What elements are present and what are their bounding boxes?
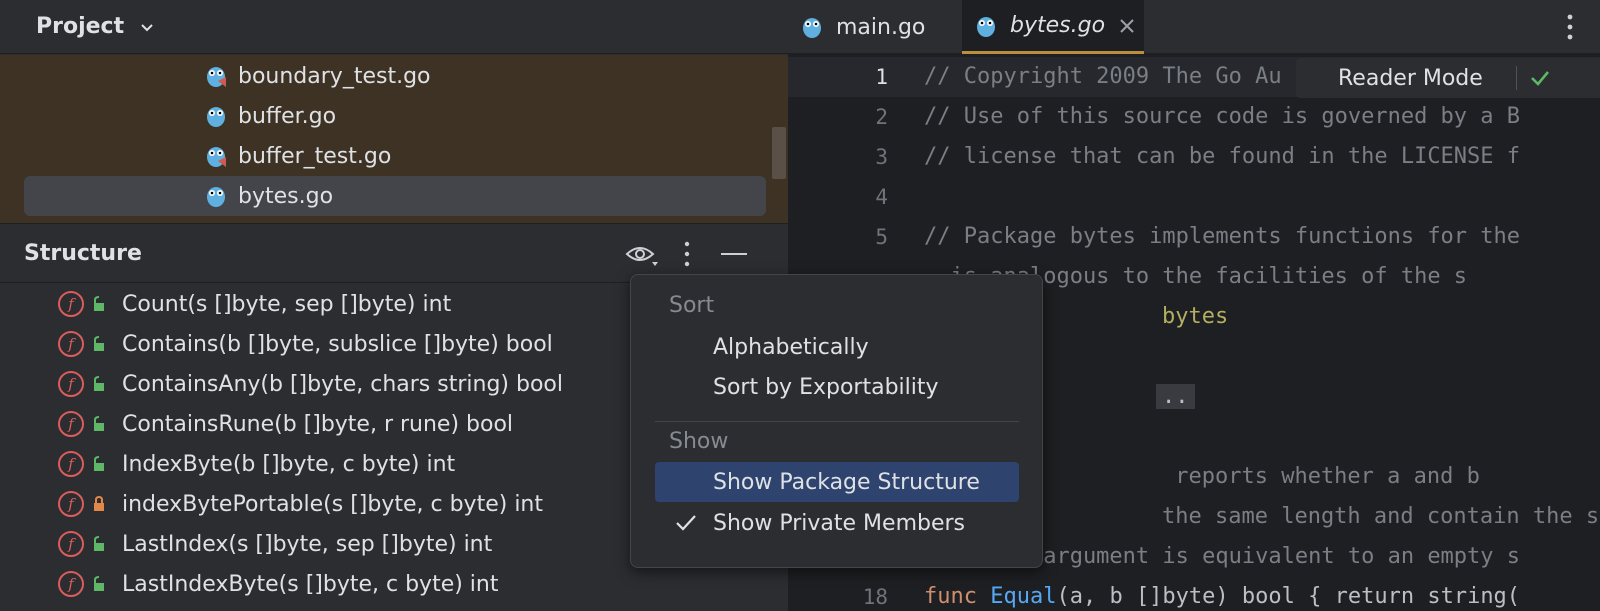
member-signature: ContainsRune(b []byte, r rune) bool xyxy=(122,411,514,437)
public-lock-icon xyxy=(94,456,104,471)
folded-code-region[interactable]: .. xyxy=(1156,377,1195,417)
code-line: reports whether a and b xyxy=(1162,464,1480,489)
reader-mode-toggle[interactable]: Reader Mode xyxy=(1296,58,1600,98)
code-line: // Use of this source code is governed b… xyxy=(924,104,1521,129)
tab-label: bytes.go xyxy=(1010,13,1106,38)
public-lock-icon xyxy=(94,416,104,431)
checkmark-icon xyxy=(676,515,696,531)
menu-item-alphabetically[interactable]: Alphabetically xyxy=(655,327,1019,367)
private-lock-icon xyxy=(94,496,104,511)
sort-section-header: Sort xyxy=(669,293,715,318)
public-lock-icon xyxy=(94,576,104,591)
function-icon: f xyxy=(58,491,84,517)
checkmark-icon[interactable] xyxy=(1528,66,1552,90)
go-test-file-icon xyxy=(207,147,226,167)
public-lock-icon xyxy=(94,296,104,311)
member-signature: indexBytePortable(s []byte, c byte) int xyxy=(122,491,543,517)
go-test-file-icon xyxy=(207,67,226,87)
code-line: // license that can be found in the LICE… xyxy=(924,144,1521,169)
structure-member[interactable]: f LastIndexByte(s []byte, c byte) int xyxy=(0,564,788,604)
tree-file-item[interactable]: boundary_test.go xyxy=(0,56,788,96)
tree-file-name: buffer.go xyxy=(238,103,337,129)
member-signature: LastIndexByte(s []byte, c byte) int xyxy=(122,571,499,597)
code-line: // Copyright 2009 The Go Au xyxy=(924,64,1282,89)
function-icon: f xyxy=(58,571,84,597)
project-panel-title[interactable]: Project xyxy=(36,14,124,39)
function-icon: f xyxy=(58,411,84,437)
tab-bytes-go[interactable]: bytes.go xyxy=(962,0,1144,54)
menu-item-label: Show Private Members xyxy=(713,510,966,536)
divider xyxy=(1516,66,1517,90)
code-line: // Package bytes implements functions fo… xyxy=(924,224,1521,249)
member-signature: Count(s []byte, sep []byte) int xyxy=(122,291,452,317)
line-number: 18 xyxy=(862,585,888,609)
menu-item-label: Show Package Structure xyxy=(713,469,980,495)
vertical-ellipsis-icon[interactable] xyxy=(1564,12,1576,42)
menu-item-show-package-structure[interactable]: Show Package Structure xyxy=(655,462,1019,502)
menu-item-show-private-members[interactable]: Show Private Members xyxy=(655,503,1019,543)
project-panel-header[interactable]: Project xyxy=(0,0,788,54)
member-signature: ContainsAny(b []byte, chars string) bool xyxy=(122,371,563,397)
function-icon: f xyxy=(58,451,84,477)
line-number: 2 xyxy=(875,105,888,129)
tab-label: main.go xyxy=(836,14,926,40)
editor-tab-bar: main.go bytes.go xyxy=(788,0,1600,54)
member-signature: IndexByte(b []byte, c byte) int xyxy=(122,451,456,477)
line-number: 5 xyxy=(875,225,888,249)
member-signature: LastIndex(s []byte, sep []byte) int xyxy=(122,531,493,557)
tree-file-name: boundary_test.go xyxy=(238,63,431,89)
function-icon: f xyxy=(58,371,84,397)
function-icon: f xyxy=(58,531,84,557)
line-number: 4 xyxy=(875,185,888,209)
line-number: 3 xyxy=(875,145,888,169)
tree-scrollbar[interactable] xyxy=(772,127,786,179)
public-lock-icon xyxy=(94,376,104,391)
tree-file-item[interactable]: buffer_test.go xyxy=(0,136,788,176)
go-file-icon xyxy=(207,107,225,127)
vertical-ellipsis-icon xyxy=(684,241,690,267)
code-package-name: bytes xyxy=(1162,304,1229,329)
go-file-icon xyxy=(207,187,225,207)
line-number: 1 xyxy=(875,65,888,89)
close-icon[interactable] xyxy=(1119,18,1135,34)
member-signature: Contains(b []byte, subslice []byte) bool xyxy=(122,331,553,357)
menu-item-label: Alphabetically xyxy=(713,334,869,360)
eye-icon xyxy=(625,247,658,266)
function-icon: f xyxy=(58,331,84,357)
project-file-tree: boundary_test.go buffer.go buffer_test.g… xyxy=(0,55,788,223)
show-section-header: Show xyxy=(669,429,729,454)
reader-mode-label: Reader Mode xyxy=(1338,65,1483,91)
structure-view-options-popup: Sort Alphabetically Sort by Exportabilit… xyxy=(630,274,1043,568)
menu-separator xyxy=(655,421,1019,422)
minimize-icon xyxy=(721,253,747,255)
structure-panel-title: Structure xyxy=(24,240,142,266)
go-file-icon xyxy=(977,16,995,37)
go-file-icon xyxy=(803,18,821,38)
chevron-down-icon[interactable] xyxy=(138,18,156,36)
tree-file-item[interactable]: buffer.go xyxy=(0,96,788,136)
code-line: func Equal(a, b []byte) bool { return st… xyxy=(924,584,1521,609)
public-lock-icon xyxy=(94,336,104,351)
function-icon: f xyxy=(58,291,84,317)
menu-item-sort-by-exportability[interactable]: Sort by Exportability xyxy=(655,367,1019,407)
tree-file-item-selected[interactable]: bytes.go xyxy=(0,176,788,216)
menu-item-label: Sort by Exportability xyxy=(713,374,939,400)
tree-file-name: bytes.go xyxy=(238,183,334,209)
tab-main-go[interactable]: main.go xyxy=(788,0,958,54)
tree-file-name: buffer_test.go xyxy=(238,143,392,169)
code-line: the same length and contain the same b xyxy=(1162,504,1600,529)
public-lock-icon xyxy=(94,536,104,551)
